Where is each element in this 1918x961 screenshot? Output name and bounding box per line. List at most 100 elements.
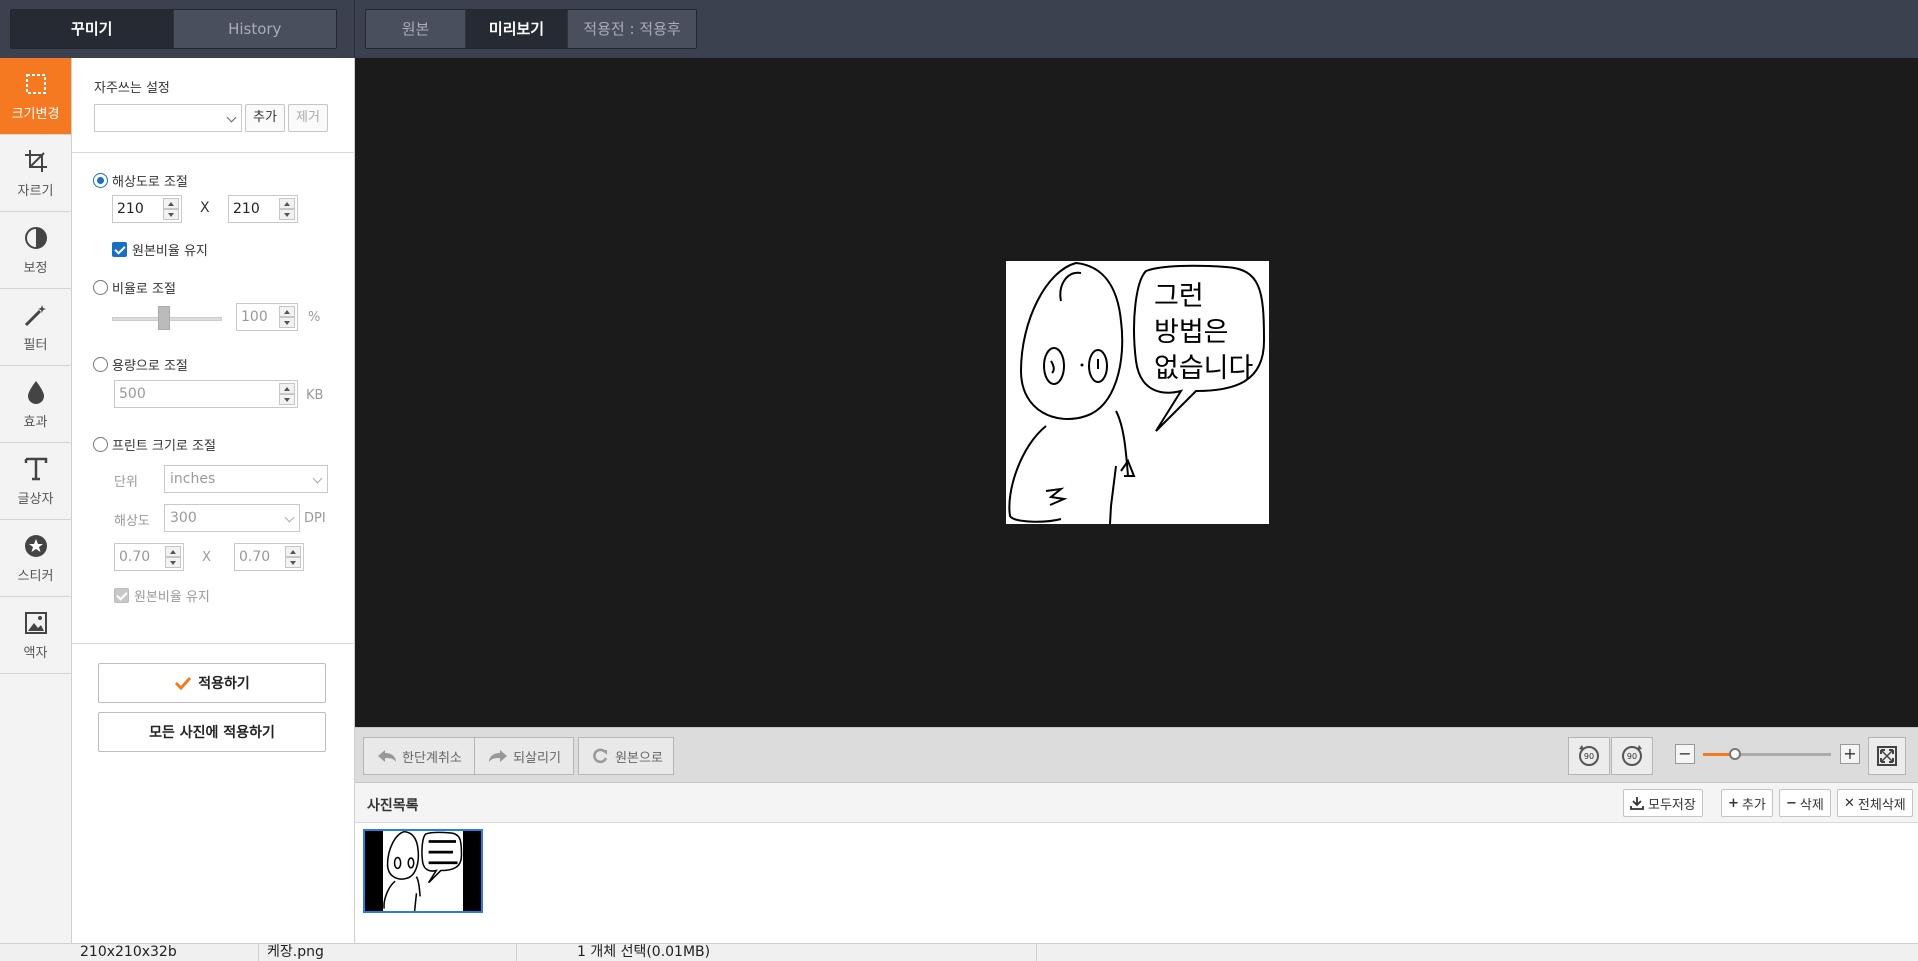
rotate-right-button[interactable]: 90 (1611, 737, 1653, 775)
keep-ratio-checkbox[interactable]: 원본비율 유지 (112, 240, 208, 259)
speech-text-line-2: 방법은 (1154, 317, 1229, 348)
tool-label: 자르기 (17, 183, 54, 199)
add-favorite-button[interactable]: 추가 (245, 104, 285, 132)
photo-list (355, 823, 1918, 943)
width-input[interactable]: 210 (112, 195, 182, 223)
size-input[interactable]: 500 (114, 380, 298, 408)
minus-icon: − (1786, 795, 1797, 811)
radio-dot (93, 280, 108, 295)
add-photo-button[interactable]: + 추가 (1721, 789, 1773, 817)
apply-button[interactable]: 적용하기 (98, 663, 326, 703)
drop-icon (27, 380, 44, 404)
spin-arrows[interactable] (163, 198, 179, 220)
fullscreen-icon (1877, 746, 1897, 766)
svg-text:90: 90 (1627, 752, 1637, 761)
fit-screen-button[interactable] (1868, 737, 1906, 775)
tool-adjust[interactable]: 보정 (0, 212, 71, 289)
tool-textbox[interactable]: 글상자 (0, 443, 71, 520)
rotate-left-icon: 90 (1579, 745, 1599, 766)
rotate-left-button[interactable]: 90 (1568, 737, 1610, 775)
tool-sticker[interactable]: 스티커 (0, 520, 71, 597)
height-input[interactable]: 210 (228, 195, 298, 223)
remove-favorite-button[interactable]: 제거 (288, 104, 328, 132)
undo-button[interactable]: 한단계취소 (363, 737, 475, 775)
tool-sidebar: 크기변경 자르기 보정 필터 효과 글상자 스티커 액자 (0, 58, 72, 943)
delete-all-button[interactable]: ✕ 전체삭제 (1837, 789, 1913, 817)
status-filename: 케장.png (259, 944, 517, 961)
divider (72, 643, 355, 644)
status-dimensions: 210x210x32b (72, 944, 259, 961)
tool-crop[interactable]: 자르기 (0, 135, 71, 212)
refresh-icon (593, 748, 608, 764)
apply-all-button[interactable]: 모든 사진에 적용하기 (98, 712, 326, 752)
chevron-down-icon (284, 512, 295, 523)
status-selection: 1 개체 선택(0.01MB) (517, 944, 1037, 961)
tool-label: 액자 (23, 645, 48, 661)
chevron-down-icon (312, 473, 323, 484)
crop-icon (24, 149, 47, 172)
tab-decorate[interactable]: 꾸미기 (11, 10, 174, 48)
dpi-unit-label: DPI (304, 511, 326, 526)
favorites-select[interactable] (94, 104, 242, 132)
save-all-button[interactable]: 모두저장 (1623, 789, 1703, 817)
photo-thumbnail[interactable] (363, 829, 483, 913)
ratio-input[interactable]: 100 (236, 303, 298, 331)
zoom-slider-handle[interactable] (1729, 748, 1741, 760)
radio-by-print-size[interactable]: 프린트 크기로 조절 (93, 435, 216, 454)
reset-original-button[interactable]: 원본으로 (578, 737, 674, 775)
tab-history[interactable]: History (173, 10, 336, 48)
mode-tabs: 꾸미기 History (10, 9, 337, 49)
print-height-input[interactable]: 0.70 (234, 543, 304, 571)
tool-label: 스티커 (17, 568, 54, 584)
photo-list-title: 사진목록 (367, 798, 419, 814)
spin-arrows[interactable] (279, 198, 295, 220)
radio-by-size[interactable]: 용량으로 조절 (93, 355, 188, 374)
tab-preview[interactable]: 미리보기 (466, 10, 568, 48)
canvas-toolbar: 한단계취소 되살리기 원본으로 90 90 − + (355, 727, 1918, 783)
tool-resize[interactable]: 크기변경 (0, 58, 71, 135)
redo-button[interactable]: 되살리기 (474, 737, 574, 775)
unit-select[interactable]: inches (164, 465, 328, 493)
tab-before-after[interactable]: 적용전 : 적용후 (568, 10, 696, 48)
rotate-right-icon: 90 (1622, 745, 1642, 766)
tool-frame[interactable]: 액자 (0, 597, 71, 674)
spin-arrows[interactable] (279, 306, 295, 328)
ratio-slider-handle[interactable] (158, 306, 170, 330)
times-label: X (200, 200, 210, 216)
close-icon: ✕ (1844, 795, 1855, 811)
radio-dot (93, 173, 108, 188)
preview-image: 그런 방법은 없습니다 (1006, 261, 1269, 525)
svg-text:90: 90 (1584, 752, 1594, 761)
frame-icon (24, 611, 47, 634)
print-width-input[interactable]: 0.70 (114, 543, 184, 571)
top-bar: 꾸미기 History 원본 미리보기 적용전 : 적용후 (0, 0, 1918, 58)
tool-effect[interactable]: 효과 (0, 366, 71, 443)
preview-canvas[interactable]: 그런 방법은 없습니다 (355, 58, 1918, 727)
radio-by-ratio[interactable]: 비율로 조절 (93, 278, 176, 297)
speech-text-line-3: 없습니다 (1154, 353, 1254, 384)
spin-arrows[interactable] (165, 546, 181, 568)
spin-arrows[interactable] (279, 383, 295, 405)
times-label: X (202, 550, 211, 565)
resize-settings-panel: 자주쓰는 설정 추가 제거 해상도로 조절 210 X 210 원본비율 유지 … (72, 58, 355, 943)
redo-icon (489, 750, 508, 762)
tool-label: 글상자 (17, 491, 54, 507)
percent-label: % (308, 310, 321, 325)
checkmark-icon (175, 676, 192, 690)
zoom-in-button[interactable]: + (1840, 744, 1860, 764)
dpi-label: 해상도 (114, 514, 150, 529)
delete-photo-button[interactable]: − 삭제 (1779, 789, 1831, 817)
zoom-out-button[interactable]: − (1675, 744, 1695, 764)
view-tabs: 원본 미리보기 적용전 : 적용후 (365, 9, 697, 49)
thumbnail-drawing (383, 830, 463, 912)
tool-label: 필터 (23, 337, 48, 353)
tab-original[interactable]: 원본 (366, 10, 466, 48)
print-keep-ratio-checkbox[interactable]: 원본비율 유지 (114, 586, 210, 605)
tool-filter[interactable]: 필터 (0, 289, 71, 366)
spin-arrows[interactable] (285, 546, 301, 568)
dpi-select[interactable]: 300 (164, 504, 300, 532)
check-icon (112, 242, 127, 257)
status-bar: 210x210x32b 케장.png 1 개체 선택(0.01MB) (0, 943, 1918, 961)
divider (72, 152, 355, 153)
radio-by-resolution[interactable]: 해상도로 조절 (93, 171, 188, 190)
